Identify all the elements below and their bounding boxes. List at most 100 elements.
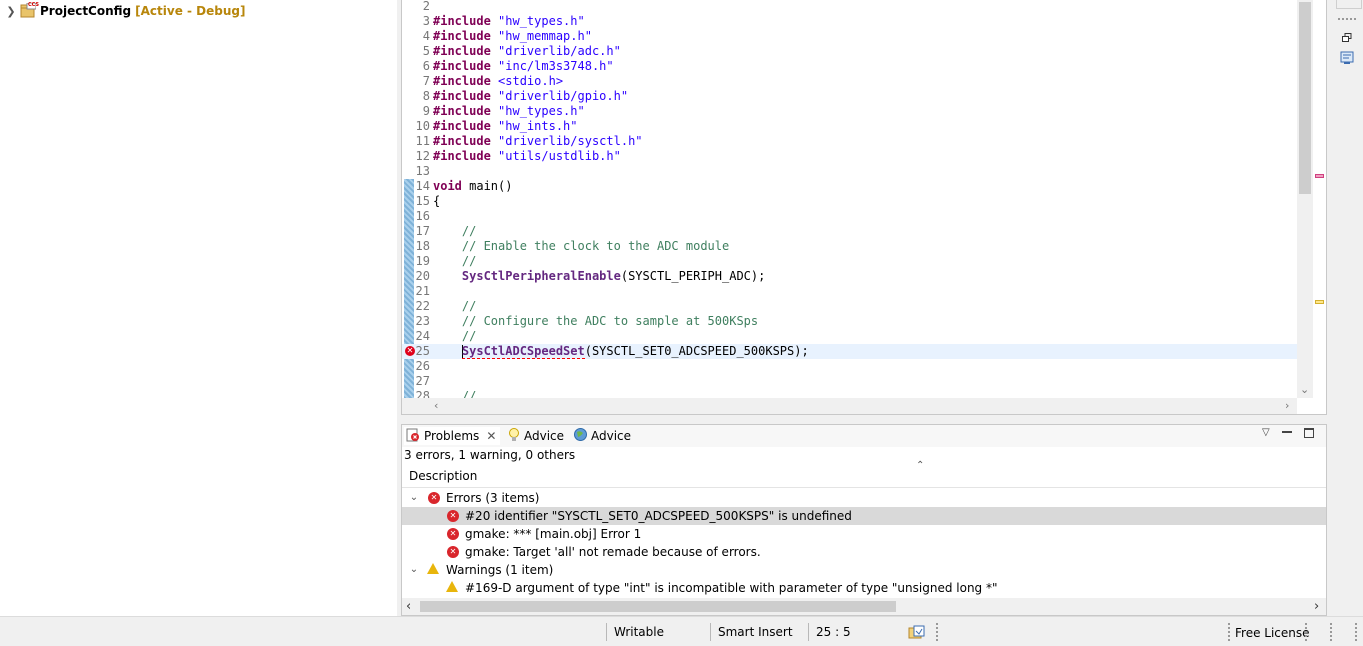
code-line[interactable]: 9 #include "hw_types.h" bbox=[402, 104, 1297, 119]
code-line[interactable]: 22 // bbox=[402, 299, 1297, 314]
error-icon: ✕ bbox=[447, 546, 459, 558]
warnings-group-row[interactable]: ⌄ Warnings (1 item) bbox=[402, 561, 1326, 579]
code-line[interactable]: 16 bbox=[402, 209, 1297, 224]
code-line[interactable]: 12 #include "utils/ustdlib.h" bbox=[402, 149, 1297, 164]
code-line[interactable]: 23 // Configure the ADC to sample at 500… bbox=[402, 314, 1297, 329]
view-menu-chevron-icon[interactable]: ▽ bbox=[1262, 427, 1270, 438]
code-line[interactable]: 26 bbox=[402, 359, 1297, 374]
code-editor[interactable]: 2 3 #include "hw_types.h" 4 #include "hw_mem… bbox=[401, 0, 1327, 415]
code-line[interactable]: 5 #include "driverlib/adc.h" bbox=[402, 44, 1297, 59]
keyword-token: #include bbox=[433, 89, 491, 103]
tab-problems[interactable]: Problems ✕ bbox=[404, 427, 501, 445]
code-line[interactable]: 27 bbox=[402, 374, 1297, 389]
code-text: // Configure the ADC to sample at 500KSp… bbox=[433, 314, 758, 329]
problem-item-row[interactable]: ✕ gmake: *** [main.obj] Error 1 bbox=[402, 525, 1326, 543]
comment-token: // bbox=[461, 389, 477, 398]
console-view-icon[interactable] bbox=[1339, 50, 1355, 66]
close-icon[interactable]: ✕ bbox=[486, 429, 496, 443]
code-line[interactable]: 13 bbox=[402, 164, 1297, 179]
problem-description: gmake: *** [main.obj] Error 1 bbox=[465, 527, 642, 541]
tab-problems-label: Problems bbox=[424, 429, 480, 443]
code-line[interactable]: 2 bbox=[402, 0, 1297, 14]
status-grip bbox=[1330, 623, 1332, 641]
code-line[interactable]: 7 #include <stdio.h> bbox=[402, 74, 1297, 89]
error-overview-marker[interactable] bbox=[1315, 174, 1324, 178]
code-text: #include "hw_types.h" bbox=[433, 104, 585, 119]
code-text: // bbox=[433, 329, 476, 344]
problems-horizontal-scrollbar[interactable]: ‹ › bbox=[402, 598, 1326, 615]
code-line[interactable]: 14 void main() bbox=[402, 179, 1297, 194]
lightbulb-icon bbox=[508, 427, 520, 445]
editor-horizontal-scrollbar[interactable]: ‹ › bbox=[402, 398, 1297, 414]
code-line[interactable]: 18 // Enable the clock to the ADC module bbox=[402, 239, 1297, 254]
code-line[interactable]: 15{ bbox=[402, 194, 1297, 209]
problems-scroll-thumb[interactable] bbox=[420, 601, 896, 612]
warning-overview-marker[interactable] bbox=[1315, 300, 1324, 304]
right-trim-toolbar bbox=[1332, 0, 1363, 76]
code-line[interactable]: 3 #include "hw_types.h" bbox=[402, 14, 1297, 29]
minimize-icon[interactable] bbox=[1282, 431, 1292, 433]
group-label: Warnings (1 item) bbox=[446, 563, 554, 577]
collapse-chevron-icon[interactable]: ⌄ bbox=[408, 561, 420, 579]
problems-view: Problems ✕ Advice Advice ▽ 3 errors, 1 w… bbox=[401, 424, 1327, 616]
problem-item-row[interactable]: ✕ gmake: Target 'all' not remade because … bbox=[402, 543, 1326, 561]
scroll-left-arrow-icon[interactable]: ‹ bbox=[434, 399, 438, 412]
code-line[interactable]: 25 SysCtlADCSpeedSet(SYSCTL_SET0_ADCSPEE… bbox=[402, 344, 1297, 359]
code-line[interactable]: 4 #include "hw_memmap.h" bbox=[402, 29, 1297, 44]
status-license[interactable]: Free License bbox=[1235, 626, 1310, 640]
description-column-header[interactable]: Description ⌃ bbox=[402, 460, 1326, 488]
project-tree-item[interactable]: ❯ CCS ProjectConfig [Active - Debug] bbox=[6, 2, 246, 19]
code-text: #include "hw_types.h" bbox=[433, 14, 585, 29]
code-area[interactable]: 2 3 #include "hw_types.h" 4 #include "hw_mem… bbox=[402, 0, 1297, 398]
code-line[interactable]: 17 // bbox=[402, 224, 1297, 239]
maximize-icon[interactable] bbox=[1304, 428, 1314, 438]
collapse-chevron-icon[interactable]: ⌄ bbox=[408, 489, 420, 507]
error-marker-icon[interactable]: ✕ bbox=[405, 346, 415, 356]
tab-advice-1[interactable]: Advice bbox=[508, 427, 564, 445]
expand-chevron-icon[interactable]: ❯ bbox=[6, 3, 16, 19]
code-line[interactable]: 19 // bbox=[402, 254, 1297, 269]
project-build-config: [Active - Debug] bbox=[135, 4, 246, 18]
code-line[interactable]: 11 #include "driverlib/sysctl.h" bbox=[402, 134, 1297, 149]
error-icon: ✕ bbox=[428, 492, 440, 504]
line-number: 9 bbox=[422, 104, 430, 118]
code-line[interactable]: 20 SysCtlPeripheralEnable(SYSCTL_PERIPH_… bbox=[402, 269, 1297, 284]
string-token: "hw_types.h" bbox=[498, 14, 585, 28]
build-progress-icon[interactable] bbox=[908, 624, 926, 643]
line-number: 12 bbox=[415, 149, 430, 163]
code-line[interactable]: 21 bbox=[402, 284, 1297, 299]
code-line[interactable]: 10 #include "hw_ints.h" bbox=[402, 119, 1297, 134]
tab-advice-2[interactable]: Advice bbox=[574, 427, 631, 445]
problem-description: gmake: Target 'all' not remade because o… bbox=[465, 545, 761, 559]
overview-ruler[interactable] bbox=[1313, 0, 1326, 398]
keyword-token: void bbox=[433, 179, 462, 193]
code-line[interactable]: 24 // bbox=[402, 329, 1297, 344]
line-number: 20 bbox=[415, 269, 430, 283]
scroll-right-arrow-icon[interactable]: › bbox=[1314, 599, 1319, 614]
line-number: 14 bbox=[415, 179, 430, 193]
problem-item-row[interactable]: #169-D argument of type "int" is incompa… bbox=[402, 579, 1326, 597]
code-text: #include "driverlib/sysctl.h" bbox=[433, 134, 643, 149]
status-insert-mode[interactable]: Smart Insert bbox=[718, 625, 793, 639]
column-header-label: Description bbox=[409, 469, 478, 483]
code-line[interactable]: 6 #include "inc/lm3s3748.h" bbox=[402, 59, 1297, 74]
scroll-right-arrow-icon[interactable]: › bbox=[1285, 399, 1289, 412]
restore-icon[interactable] bbox=[1339, 30, 1355, 46]
code-line[interactable]: 8 #include "driverlib/gpio.h" bbox=[402, 89, 1297, 104]
editor-scroll-thumb[interactable] bbox=[1299, 2, 1311, 194]
code-line[interactable]: 28 // bbox=[402, 389, 1297, 398]
scroll-left-arrow-icon[interactable]: ‹ bbox=[406, 599, 411, 614]
text-token: { bbox=[433, 194, 441, 208]
line-number: 22 bbox=[415, 299, 430, 313]
scroll-down-arrow-icon[interactable]: ⌄ bbox=[1300, 383, 1309, 396]
problem-item-row[interactable]: ✕ #20 identifier "SYSCTL_SET0_ADCSPEED_50… bbox=[402, 507, 1326, 525]
errors-group-row[interactable]: ⌄ ✕ Errors (3 items) bbox=[402, 489, 1326, 507]
problem-description: #169-D argument of type "int" is incompa… bbox=[465, 581, 998, 595]
toolbar-top-edge bbox=[1336, 0, 1362, 9]
